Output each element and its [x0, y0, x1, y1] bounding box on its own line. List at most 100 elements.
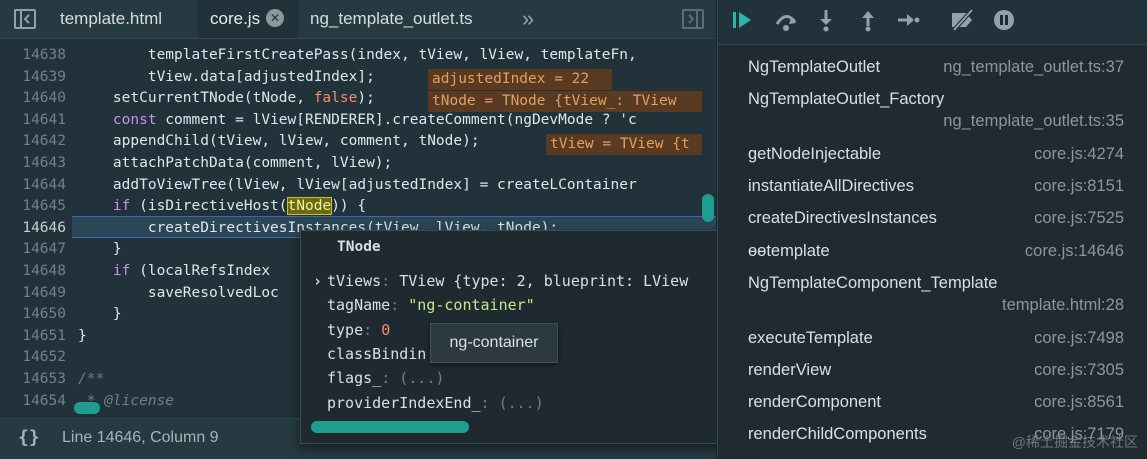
popup-property[interactable]: type: 0 — [327, 318, 390, 342]
horizontal-scrollbar-thumb[interactable] — [74, 402, 100, 414]
tab-bar: template.html core.js ✕ ng_template_outle… — [0, 0, 716, 39]
debug-toolbar — [718, 0, 1147, 45]
popup-property[interactable]: tagName: "ng-container" — [327, 293, 535, 317]
call-stack-frame[interactable]: ɵɵtemplate core.js:14646 — [748, 242, 1128, 266]
frame-function-name: instantiateAllDirectives — [748, 177, 914, 196]
frame-location: ng_template_outlet.ts:37 — [943, 58, 1124, 76]
close-icon[interactable]: ✕ — [266, 9, 285, 27]
frame-function-name: executeTemplate — [748, 328, 873, 347]
code-text: tView.data[adjustedIndex]; — [78, 68, 375, 85]
cursor-position[interactable]: Line 14646, Column 9 — [62, 429, 219, 447]
tab-core-js[interactable]: core.js ✕ — [198, 0, 298, 38]
line-number[interactable]: 14652 — [0, 347, 66, 369]
inline-value-hint: tNode = TNode {tView_: TView — [428, 91, 702, 112]
popup-property[interactable]: providerIndexEnd_: (...) — [327, 391, 544, 415]
code-text: if (localRefsIndex — [112, 263, 271, 279]
line-number[interactable]: 14642 — [0, 131, 66, 153]
frame-location: ng_template_outlet.ts:35 — [943, 112, 1124, 131]
call-stack-frame[interactable]: createDirectivesInstances core.js:7525 — [748, 209, 1128, 233]
popup-property[interactable]: flags_: (...) — [327, 366, 444, 390]
frame-function-name: ɵɵtemplate — [748, 241, 830, 260]
property-value: "ng-container" — [408, 296, 535, 315]
line-number[interactable]: 14654 — [0, 391, 66, 413]
line-number[interactable]: 14640 — [0, 88, 66, 110]
step-over-icon[interactable] — [772, 8, 800, 36]
line-number[interactable]: 14647 — [0, 239, 66, 261]
property-key: providerIndexEnd_ — [327, 393, 481, 412]
expand-chevron-icon[interactable]: › — [313, 269, 322, 293]
frame-function-name: NgTemplateOutlet — [748, 58, 881, 76]
frame-function-name: renderView — [748, 360, 832, 379]
panel-right-icon[interactable] — [682, 9, 704, 29]
code-text: appendChild(tView, lView, comment, tNode… — [78, 133, 480, 150]
property-key: tagName — [327, 296, 391, 315]
line-number[interactable]: 14650 — [0, 304, 66, 326]
call-stack-frame[interactable]: NgTemplateComponent_Template template.htm… — [748, 274, 1128, 320]
line-number[interactable]: 14639 — [0, 67, 66, 89]
value-tooltip: ng-container — [430, 323, 558, 363]
inline-value-hint: adjustedIndex = 22 — [428, 69, 612, 90]
code-line: 14645 if (isDirectiveHost(tNode)) { — [0, 196, 716, 218]
popup-property[interactable]: › tViews: TView {type: 2, blueprint: LVie… — [313, 269, 689, 293]
line-number[interactable]: 14653 — [0, 369, 66, 391]
code-line: 14638 templateFirstCreatePass(index, tVi… — [0, 45, 716, 67]
frame-function-name: NgTemplateComponent_Template — [748, 274, 998, 292]
property-separator: : — [381, 369, 400, 388]
line-number[interactable]: 14648 — [0, 261, 66, 283]
call-stack-frame[interactable]: executeTemplate core.js:7498 — [748, 329, 1128, 353]
property-value: (...) — [498, 393, 544, 412]
frame-function-name: getNodeInjectable — [748, 144, 882, 163]
scrollbar-thumb[interactable] — [702, 194, 714, 222]
popup-horizontal-scrollbar-thumb[interactable] — [311, 421, 469, 433]
frame-location: template.html:28 — [1002, 296, 1124, 314]
watermark: @稀土掘金技术社区 — [1011, 434, 1138, 450]
property-key: tViews — [327, 272, 382, 290]
code-text: setCurrentTNode(tNode, false); — [78, 90, 375, 107]
chevrons-right-icon[interactable]: » — [516, 6, 540, 32]
frame-function-name: createDirectivesInstances — [748, 209, 937, 228]
tab-ng-template-outlet[interactable]: ng_template_outlet.ts — [298, 0, 485, 38]
line-number[interactable]: 14643 — [0, 153, 66, 175]
code-line: 14644 addToViewTree(lView, lView[adjuste… — [0, 175, 716, 197]
line-number[interactable]: 14638 — [0, 45, 66, 67]
call-stack-frame[interactable]: NgTemplateOutlet_Factory ng_template_outl… — [748, 90, 1128, 136]
braces-icon[interactable]: {} — [18, 427, 40, 448]
deactivate-breakpoints-icon[interactable] — [948, 8, 976, 36]
line-number[interactable]: 14649 — [0, 283, 66, 305]
call-stack-frame[interactable]: getNodeInjectable core.js:4274 — [748, 145, 1128, 169]
popup-property[interactable]: classBindin — [327, 342, 426, 366]
line-number[interactable]: 14646 — [0, 218, 66, 240]
property-value: (...) — [399, 369, 445, 388]
property-key: flags_ — [327, 369, 382, 388]
frame-function-name: NgTemplateOutlet_Factory — [748, 90, 945, 109]
step-out-icon[interactable] — [854, 8, 882, 36]
step-icon[interactable] — [894, 8, 922, 36]
line-number[interactable]: 14645 — [0, 196, 66, 218]
tab-template-html[interactable]: template.html — [48, 0, 174, 38]
line-number[interactable]: 14641 — [0, 110, 66, 132]
inline-value-hint: tView = TView {t — [546, 134, 702, 155]
line-number[interactable]: 14651 — [0, 326, 66, 348]
panel-left-icon[interactable] — [14, 9, 36, 29]
pause-on-exceptions-icon[interactable] — [990, 8, 1018, 36]
code-text: addToViewTree(lView, lView[adjustedIndex… — [78, 176, 637, 193]
tab-label: ng_template_outlet.ts — [310, 9, 473, 28]
call-stack-frame[interactable]: renderView core.js:7305 — [748, 361, 1128, 385]
code-text: if (isDirectiveHost(tNode)) { — [112, 197, 367, 216]
code-line: 14643 attachPatchData(comment, lView); — [0, 153, 716, 175]
line-number[interactable]: 14644 — [0, 175, 66, 197]
code-text: } — [78, 306, 122, 323]
call-stack-frame[interactable]: instantiateAllDirectives core.js:8151 — [748, 177, 1128, 201]
call-stack-frame[interactable]: renderComponent core.js:8561 — [748, 393, 1128, 417]
property-key: classBindin — [327, 344, 427, 363]
code-text: /** — [78, 371, 105, 387]
code-text: const comment = lView[RENDERER].createCo… — [112, 111, 637, 128]
property-value: TView {type: 2, blueprint: LView — [399, 272, 689, 290]
frame-location: core.js:8561 — [1034, 393, 1124, 412]
call-stack-frame[interactable]: NgTemplateOutlet ng_template_outlet.ts:37 — [748, 58, 1128, 82]
frame-location: core.js:8151 — [1034, 177, 1124, 196]
property-separator: : — [390, 296, 409, 315]
debugger-pane: NgTemplateOutlet ng_template_outlet.ts:37… — [717, 0, 1147, 458]
resume-icon[interactable] — [730, 8, 758, 36]
step-into-icon[interactable] — [812, 8, 840, 36]
